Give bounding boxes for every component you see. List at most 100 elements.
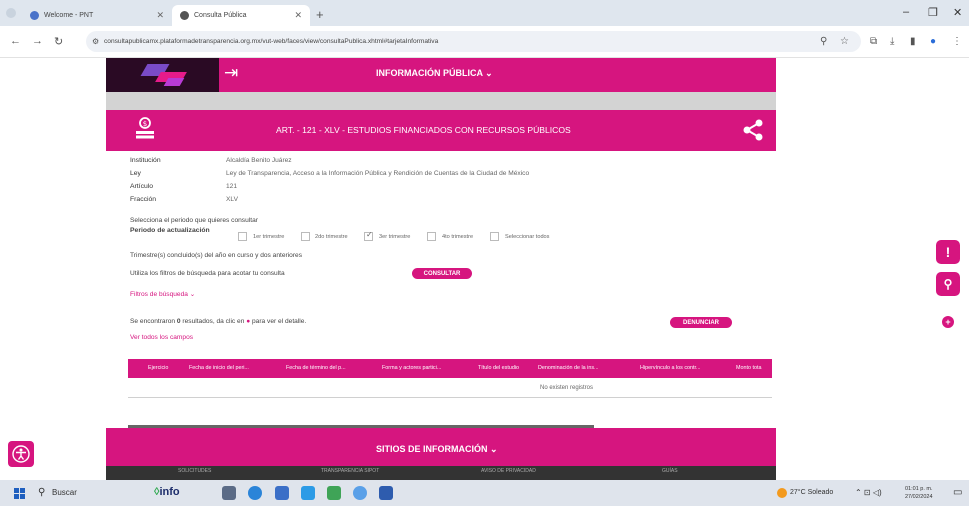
minimize-icon[interactable]: – [903,6,909,18]
edge-icon[interactable] [248,486,262,500]
period-label: Periodo de actualización [130,227,210,234]
site-info-icon[interactable]: ⚙ [92,37,99,46]
column-header[interactable]: Título del estudio [478,365,519,371]
forward-icon[interactable]: → [32,35,43,47]
consultar-button[interactable]: CONSULTAR [412,268,472,279]
period-note: Trimestre(s) concluido(s) del año en cur… [130,252,302,259]
browser-tab-bar: Welcome - PNT ✕ Consulta Pública ✕ + – ❐… [0,0,969,26]
checkbox-1er-trimestre[interactable] [238,232,247,241]
checkbox-label: 3er trimestre [379,234,411,240]
search-tools-icon[interactable]: ⚲ [936,272,960,296]
informacion-publica-menu[interactable]: INFORMACIÓN PÚBLICA ⌄ [376,68,493,79]
login-icon[interactable]: ⇥ [224,63,238,83]
filter-hint: Utiliza los filtros de búsqueda para aco… [130,270,285,277]
taskbar-search[interactable]: Buscar [52,488,77,497]
sitios-informacion-bar: SITIOS DE INFORMACIÓN ⌄ [106,428,776,466]
system-tray-icons[interactable]: ⌃ ⊡ ◁) [855,488,882,497]
excel-icon[interactable] [327,486,341,500]
pnt-logo[interactable] [106,58,219,92]
info-app[interactable]: ◊info [154,486,180,498]
profile-icon[interactable]: ● [930,36,936,47]
results-summary: Se encontraron 0 resultados, da clic en … [130,318,306,325]
footer-link[interactable]: SOLICITUDES [178,468,211,474]
weather-text[interactable]: 27°C Soleado [790,489,833,496]
back-icon[interactable]: ← [10,35,21,47]
coins-icon: $ [136,117,154,139]
close-icon[interactable]: ✕ [294,10,302,21]
weather-sun-icon [777,488,787,498]
new-tab-icon[interactable]: + [316,7,324,22]
results-table-header: Ejercicio Fecha de inicio del peri... Fe… [128,359,772,378]
extensions-icon[interactable]: ⧉ [870,36,877,47]
tab-menu-icon[interactable] [6,8,16,18]
articulo-value: 121 [226,183,238,190]
institucion-value: Alcaldía Benito Juárez [226,157,292,164]
ver-todos-campos-link[interactable]: Ver todos los campos [130,334,193,341]
task-view-icon[interactable] [222,486,236,500]
checkbox-3er-trimestre[interactable] [364,230,373,241]
ley-label: Ley [130,170,141,177]
sidebar-icon[interactable]: ▮ [910,36,916,47]
tab-label: Consulta Pública [194,12,247,19]
checkbox-4to-trimestre[interactable] [427,232,436,241]
table-divider [128,397,772,398]
column-header[interactable]: Ejercicio [148,365,168,371]
close-icon[interactable]: ✕ [156,10,164,21]
column-header[interactable]: Hipervínculo a los contr... [640,365,701,371]
accessibility-icon[interactable] [8,441,34,467]
results-text-after: para ver el detalle. [250,318,307,325]
url-text: consultapublicamx.plataformadetransparen… [104,38,439,45]
tab-welcome[interactable]: Welcome - PNT ✕ [22,5,172,26]
start-button[interactable] [14,488,25,499]
more-menu-icon[interactable]: ⋮ [952,36,962,47]
word-icon[interactable] [379,486,393,500]
notifications-icon[interactable]: ▭ [953,487,962,498]
dark-footer: SOLICITUDES TRANSPARENCIA SIPOT AVISO DE… [106,466,776,480]
checkbox-label: Seleccionar todos [505,234,550,240]
no-records-message: No existen registros [540,385,594,391]
top-navigation: ⇥ INFORMACIÓN PÚBLICA ⌄ [106,58,776,92]
search-icon[interactable]: ⚲ [38,487,45,498]
svg-text:$: $ [143,120,147,128]
column-header[interactable]: Fecha de inicio del peri... [189,365,249,371]
address-toolbar: ← → ↻ ⚙ consultapublicamx.plataformadetr… [0,26,969,58]
period-prompt: Selecciona el periodo que quieres consul… [130,217,258,224]
column-header[interactable]: Forma y actores partici... [382,365,441,371]
sitios-informacion-toggle[interactable]: SITIOS DE INFORMACIÓN ⌄ [376,444,498,455]
outlook-icon[interactable] [301,486,315,500]
tab-consulta-publica[interactable]: Consulta Pública ✕ [172,5,310,26]
clock-date: 27/02/2024 [905,494,933,500]
download-icon[interactable]: ⤓ [890,36,894,47]
checkbox-seleccionar-todos[interactable] [490,232,499,241]
bookmark-star-icon[interactable]: ☆ [840,36,849,47]
institucion-label: Institución [130,157,161,164]
article-header: $ ART. - 121 - XLV - ESTUDIOS FINANCIADO… [106,110,776,151]
denunciar-button[interactable]: DENUNCIAR [670,317,732,328]
url-bar[interactable]: ⚙ consultapublicamx.plataformadetranspar… [86,31,861,52]
reload-icon[interactable]: ↻ [54,35,63,48]
fraccion-value: XLV [226,196,238,203]
zoom-icon[interactable]: ⚲ [820,36,827,47]
column-header[interactable]: Denominación de la ins... [538,365,599,371]
share-icon[interactable] [742,119,764,141]
plus-circle-icon[interactable]: + [942,316,954,328]
system-clock[interactable]: 01:01 p. m. 27/02/2024 [905,485,933,501]
chrome-icon[interactable] [353,486,367,500]
alert-icon[interactable]: ! [936,240,960,264]
filtros-busqueda-toggle[interactable]: Filtros de búsqueda ⌄ [130,290,195,298]
restore-icon[interactable]: ❐ [928,6,938,19]
footer-link[interactable]: GUÍAS [662,468,678,474]
gray-separator [106,92,776,110]
checkbox-label: 2do trimestre [315,234,348,240]
close-window-icon[interactable]: ✕ [953,6,962,19]
column-header[interactable]: Monto tota [736,365,761,371]
footer-link[interactable]: AVISO DE PRIVACIDAD [481,468,536,474]
windows-taskbar: ⚲ Buscar ◊info 27°C Soleado ⌃ ⊡ ◁) 01:01… [0,480,969,506]
ley-value: Ley de Transparencia, Acceso a la Inform… [226,170,530,177]
results-text-before: Se encontraron [130,318,177,325]
checkbox-2do-trimestre[interactable] [301,232,310,241]
footer-link[interactable]: TRANSPARENCIA SIPOT [321,468,379,474]
globe-favicon-icon [180,11,189,20]
column-header[interactable]: Fecha de término del p... [286,365,346,371]
file-explorer-icon[interactable] [275,486,289,500]
